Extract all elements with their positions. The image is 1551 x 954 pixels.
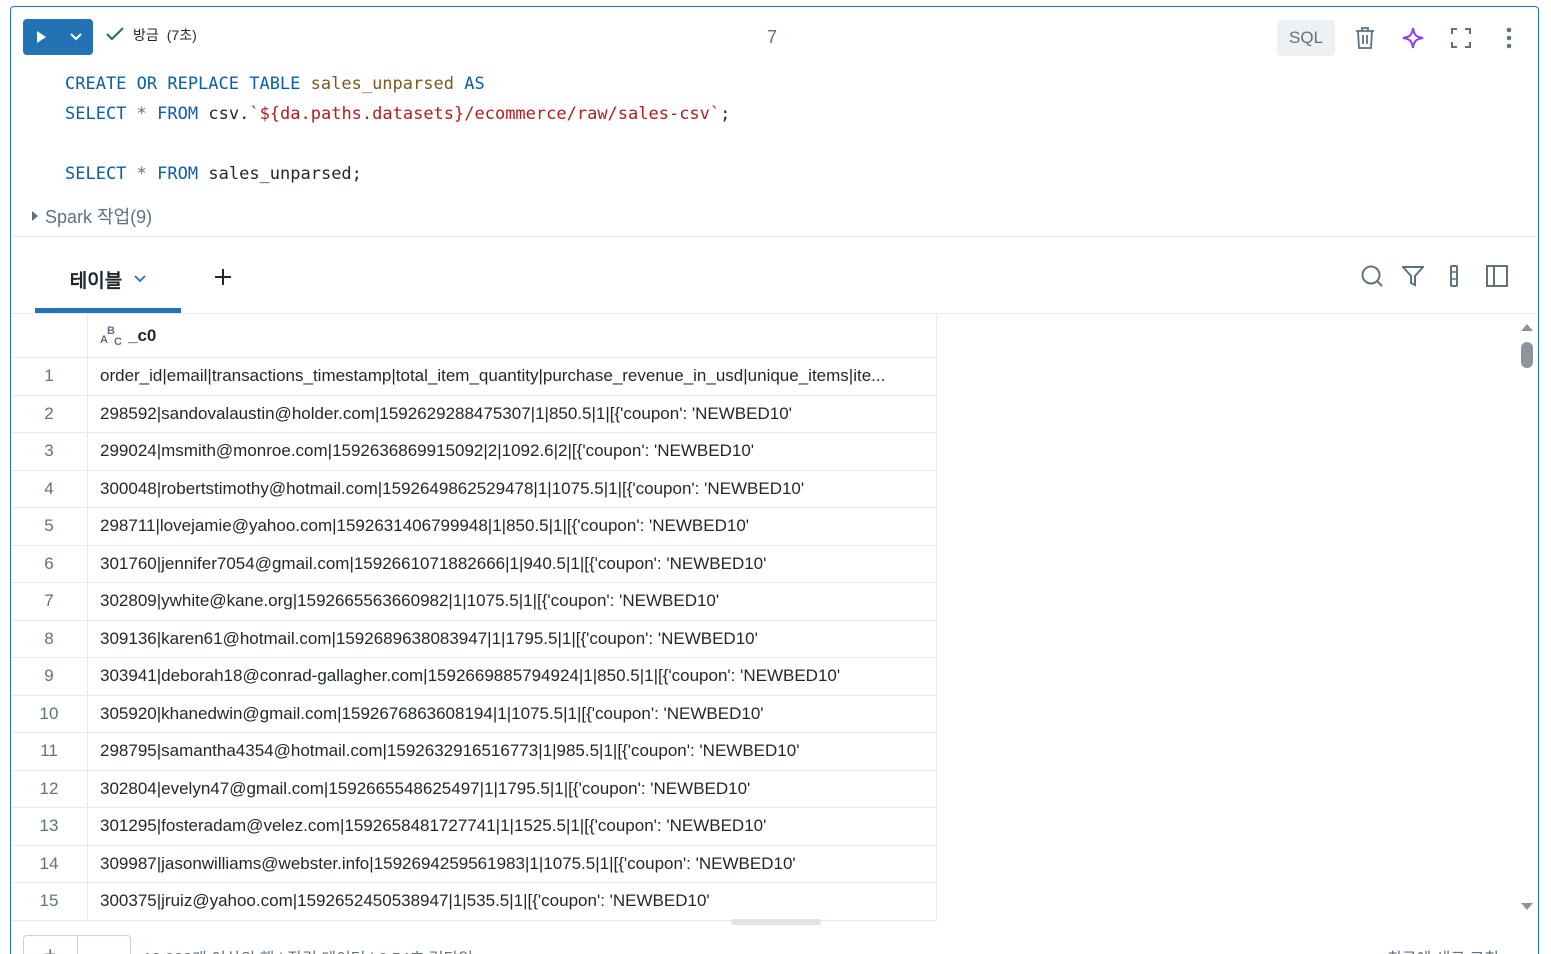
chevron-down-icon[interactable] bbox=[134, 270, 146, 288]
code-editor[interactable]: CREATE OR REPLACE TABLE sales_unparsed A… bbox=[65, 69, 730, 189]
footer-actions: + bbox=[23, 935, 131, 954]
column-header-label: _c0 bbox=[128, 325, 157, 345]
run-cell-button[interactable] bbox=[23, 19, 93, 55]
cell-value[interactable]: 298711|lovejamie@yahoo.com|1592631406799… bbox=[88, 508, 936, 545]
table-body: 1 order_id|email|transactions_timestamp|t… bbox=[11, 358, 936, 921]
spark-jobs-label: Spark 작업(9) bbox=[45, 207, 153, 227]
table-row[interactable]: 4 300048|robertstimothy@hotmail.com|15926… bbox=[11, 470, 936, 508]
chevron-down-icon[interactable] bbox=[59, 19, 93, 55]
code-line-3: SELECT * FROM sales_unparsed; bbox=[65, 164, 362, 184]
cell-value[interactable]: 305920|khanedwin@gmail.com|1592676863608… bbox=[88, 696, 936, 733]
sidebar-panel-icon[interactable] bbox=[1482, 261, 1512, 291]
row-index: 3 bbox=[11, 433, 88, 470]
cell-value[interactable]: 301760|jennifer7054@gmail.com|1592661071… bbox=[88, 546, 936, 583]
table-row[interactable]: 6 301760|jennifer7054@gmail.com|159266107… bbox=[11, 545, 936, 583]
vertical-scrollbar[interactable] bbox=[1519, 319, 1535, 915]
row-index: 10 bbox=[11, 695, 88, 732]
cell-value[interactable]: 300048|robertstimothy@hotmail.com|159264… bbox=[88, 471, 936, 508]
cell-value[interactable]: 309987|jasonwilliams@webster.info|159269… bbox=[88, 846, 936, 883]
row-index: 14 bbox=[11, 845, 88, 882]
row-index: 9 bbox=[11, 658, 88, 695]
cell-value[interactable]: order_id|email|transactions_timestamp|to… bbox=[88, 358, 936, 395]
column-icon[interactable] bbox=[1439, 261, 1469, 291]
row-index: 4 bbox=[11, 470, 88, 507]
row-index: 5 bbox=[11, 508, 88, 545]
table-row[interactable]: 8 309136|karen61@hotmail.com|159268963808… bbox=[11, 620, 936, 658]
table-row[interactable]: 9 303941|deborah18@conrad-gallagher.com|1… bbox=[11, 658, 936, 696]
code-line-2: SELECT * FROM csv.`${da.paths.datasets}/… bbox=[65, 104, 731, 124]
code-line-1: CREATE OR REPLACE TABLE sales_unparsed A… bbox=[65, 74, 485, 94]
assistant-sparkle-icon[interactable] bbox=[1399, 24, 1427, 52]
cell-value[interactable]: 302804|evelyn47@gmail.com|15926655486254… bbox=[88, 771, 936, 808]
language-selector[interactable]: SQL bbox=[1277, 20, 1335, 56]
string-type-icon: ABC bbox=[100, 324, 122, 348]
add-visualization-button[interactable]: + bbox=[24, 936, 78, 954]
divider bbox=[11, 236, 1538, 237]
trash-icon[interactable] bbox=[1351, 24, 1379, 52]
horizontal-scrollbar[interactable] bbox=[731, 919, 821, 925]
row-index: 6 bbox=[11, 545, 88, 582]
download-button[interactable] bbox=[78, 936, 131, 954]
table-row[interactable]: 1 order_id|email|transactions_timestamp|t… bbox=[11, 358, 936, 396]
table-header: ABC _c0 bbox=[11, 314, 936, 358]
row-index: 11 bbox=[11, 733, 88, 770]
scrollbar-thumb[interactable] bbox=[1521, 342, 1533, 368]
cell-value[interactable]: 301295|fosteradam@velez.com|159265848172… bbox=[88, 808, 936, 845]
cell-value[interactable]: 302809|ywhite@kane.org|1592665563660982|… bbox=[88, 583, 936, 620]
table-row[interactable]: 3 299024|msmith@monroe.com|15926368699150… bbox=[11, 433, 936, 471]
row-index: 7 bbox=[11, 583, 88, 620]
notebook-cell: 방금 (7초) 7 SQL CREATE OR REPLACE TABLE sa… bbox=[10, 6, 1539, 954]
table-row[interactable]: 14 309987|jasonwilliams@webster.info|1592… bbox=[11, 845, 936, 883]
status-time: (7초) bbox=[166, 27, 197, 43]
cell-value[interactable]: 309136|karen61@hotmail.com|1592689638083… bbox=[88, 621, 936, 658]
filter-icon[interactable] bbox=[1398, 261, 1428, 291]
row-index: 12 bbox=[11, 770, 88, 807]
row-index: 8 bbox=[11, 620, 88, 657]
index-header bbox=[11, 314, 88, 357]
table-row[interactable]: 11 298795|samantha4354@hotmail.com|159263… bbox=[11, 733, 936, 771]
column-header-c0[interactable]: ABC _c0 bbox=[88, 314, 936, 357]
cell-value[interactable]: 300375|jruiz@yahoo.com|1592652450538947|… bbox=[88, 883, 936, 920]
scroll-down-icon bbox=[1521, 903, 1533, 910]
add-tab-button[interactable] bbox=[209, 263, 237, 291]
table-row[interactable]: 2 298592|sandovalaustin@holder.com|159262… bbox=[11, 395, 936, 433]
search-icon[interactable] bbox=[1357, 261, 1387, 291]
tab-table[interactable]: 테이블 bbox=[35, 245, 181, 313]
table-row[interactable]: 7 302809|ywhite@kane.org|1592665563660982… bbox=[11, 583, 936, 621]
table-row[interactable]: 12 302804|evelyn47@gmail.com|159266554862… bbox=[11, 770, 936, 808]
table-row[interactable]: 15 300375|jruiz@yahoo.com|159265245053894… bbox=[11, 883, 936, 921]
results-table: ABC _c0 1 order_id|email|transactions_tim… bbox=[11, 314, 937, 921]
cell-value[interactable]: 303941|deborah18@conrad-gallagher.com|15… bbox=[88, 658, 936, 695]
result-summary: 10,000개 이상의 행 | 잘린 데이터 | 0.54초 런타임 bbox=[143, 945, 473, 954]
row-index: 2 bbox=[11, 395, 88, 432]
refresh-status[interactable]: 최근에 새로 고침 bbox=[1387, 945, 1499, 954]
cell-value[interactable]: 298592|sandovalaustin@holder.com|1592629… bbox=[88, 396, 936, 433]
row-index: 13 bbox=[11, 808, 88, 845]
run-status: 방금 (7초) bbox=[105, 25, 197, 45]
play-icon[interactable] bbox=[23, 19, 59, 55]
caret-right-icon bbox=[31, 206, 39, 227]
cell-value[interactable]: 299024|msmith@monroe.com|159263686991509… bbox=[88, 433, 936, 470]
cell-number: 7 bbox=[767, 27, 778, 47]
table-row[interactable]: 13 301295|fosteradam@velez.com|1592658481… bbox=[11, 808, 936, 846]
status-text: 방금 bbox=[133, 27, 159, 43]
row-index: 15 bbox=[11, 883, 88, 920]
check-icon bbox=[105, 26, 125, 45]
tab-table-label: 테이블 bbox=[69, 270, 123, 292]
scroll-up-icon bbox=[1521, 324, 1533, 331]
fullscreen-icon[interactable] bbox=[1447, 24, 1475, 52]
cell-value[interactable]: 298795|samantha4354@hotmail.com|15926329… bbox=[88, 733, 936, 770]
spark-jobs-toggle[interactable]: Spark 작업(9) bbox=[31, 203, 152, 229]
table-row[interactable]: 10 305920|khanedwin@gmail.com|15926768636… bbox=[11, 695, 936, 733]
row-index: 1 bbox=[11, 358, 88, 395]
more-options-icon[interactable] bbox=[1495, 24, 1523, 52]
table-row[interactable]: 5 298711|lovejamie@yahoo.com|159263140679… bbox=[11, 508, 936, 546]
plus-icon bbox=[215, 269, 231, 285]
